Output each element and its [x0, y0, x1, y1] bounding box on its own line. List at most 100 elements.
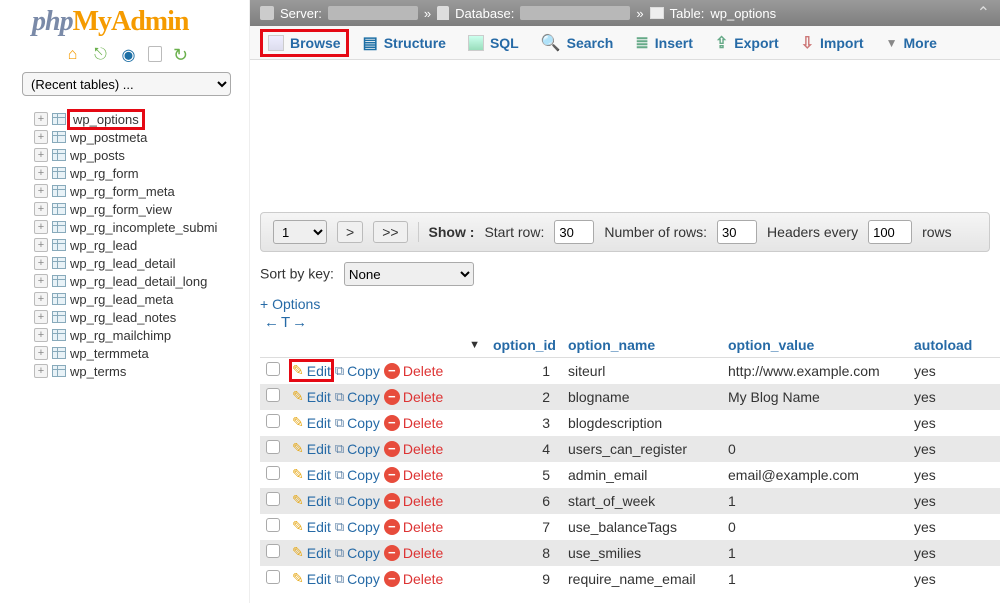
row-checkbox[interactable]: [266, 466, 280, 480]
col-option-name[interactable]: option_name: [562, 333, 722, 358]
options-link[interactable]: + Options: [250, 290, 1000, 314]
num-rows-input[interactable]: [717, 220, 757, 244]
tree-item-wp_rg_lead_detail_long[interactable]: +wp_rg_lead_detail_long: [34, 272, 249, 290]
sort-indicator-icon[interactable]: ▼: [469, 339, 480, 351]
tree-item-wp_postmeta[interactable]: +wp_postmeta: [34, 128, 249, 146]
column-nav[interactable]: ←T→: [250, 314, 1000, 333]
expand-icon[interactable]: +: [34, 202, 48, 216]
tab-search[interactable]: 🔍Search: [531, 29, 624, 57]
tab-sql[interactable]: SQL: [458, 31, 529, 55]
delete-link[interactable]: − Delete: [384, 467, 443, 483]
expand-icon[interactable]: +: [34, 256, 48, 270]
tree-item-wp_rg_form[interactable]: +wp_rg_form: [34, 164, 249, 182]
next-button[interactable]: >: [337, 221, 363, 243]
tab-import[interactable]: ⇩Import: [791, 29, 874, 57]
copy-link[interactable]: ⧉ Copy: [335, 389, 380, 405]
edit-link[interactable]: ✎ Edit: [292, 544, 331, 561]
tree-item-wp_options[interactable]: +wp_options: [34, 110, 249, 128]
copy-link[interactable]: ⧉ Copy: [335, 519, 380, 535]
copy-link[interactable]: ⧉ Copy: [335, 441, 380, 457]
copy-link[interactable]: ⧉ Copy: [335, 363, 380, 379]
copy-link[interactable]: ⧉ Copy: [335, 415, 380, 431]
delete-link[interactable]: − Delete: [384, 545, 443, 561]
edit-link[interactable]: ✎ Edit: [292, 492, 331, 509]
tab-browse[interactable]: Browse: [258, 31, 351, 55]
delete-link[interactable]: − Delete: [384, 441, 443, 457]
tree-item-wp_posts[interactable]: +wp_posts: [34, 146, 249, 164]
row-checkbox[interactable]: [266, 518, 280, 532]
tree-item-wp_rg_form_meta[interactable]: +wp_rg_form_meta: [34, 182, 249, 200]
col-autoload[interactable]: autoload: [908, 333, 1000, 358]
expand-icon[interactable]: +: [34, 130, 48, 144]
delete-link[interactable]: − Delete: [384, 493, 443, 509]
logout-icon[interactable]: ⎋: [92, 46, 110, 64]
expand-icon[interactable]: +: [34, 346, 48, 360]
docs-icon[interactable]: [148, 46, 162, 62]
expand-icon[interactable]: +: [34, 112, 48, 126]
delete-link[interactable]: − Delete: [384, 571, 443, 587]
edit-link[interactable]: ✎ Edit: [292, 570, 331, 587]
tree-label: wp_rg_lead_detail: [70, 256, 176, 271]
delete-link[interactable]: − Delete: [384, 363, 443, 379]
table-icon: [52, 167, 66, 179]
copy-link[interactable]: ⧉ Copy: [335, 571, 380, 587]
copy-link[interactable]: ⧉ Copy: [335, 545, 380, 561]
expand-icon[interactable]: +: [34, 310, 48, 324]
tree-item-wp_rg_lead_notes[interactable]: +wp_rg_lead_notes: [34, 308, 249, 326]
delete-link[interactable]: − Delete: [384, 389, 443, 405]
cell-option-id: 2: [486, 384, 562, 410]
tree-item-wp_terms[interactable]: +wp_terms: [34, 362, 249, 380]
tree-item-wp_rg_form_view[interactable]: +wp_rg_form_view: [34, 200, 249, 218]
recent-tables-select[interactable]: (Recent tables) ...: [22, 72, 231, 96]
expand-icon[interactable]: +: [34, 220, 48, 234]
expand-icon[interactable]: +: [34, 238, 48, 252]
copy-link[interactable]: ⧉ Copy: [335, 467, 380, 483]
start-row-input[interactable]: [554, 220, 594, 244]
tree-item-wp_termmeta[interactable]: +wp_termmeta: [34, 344, 249, 362]
row-checkbox[interactable]: [266, 570, 280, 584]
tab-more[interactable]: ▼More: [876, 31, 947, 55]
expand-icon[interactable]: +: [34, 364, 48, 378]
tab-insert[interactable]: ≣Insert: [625, 29, 703, 57]
reload-icon[interactable]: ↻: [172, 46, 190, 64]
row-checkbox[interactable]: [266, 414, 280, 428]
col-option-value[interactable]: option_value: [722, 333, 908, 358]
expand-icon[interactable]: +: [34, 328, 48, 342]
expand-icon[interactable]: +: [34, 148, 48, 162]
delete-link[interactable]: − Delete: [384, 519, 443, 535]
col-option-id[interactable]: option_id: [486, 333, 562, 358]
sort-key-select[interactable]: None: [344, 262, 474, 286]
expand-icon[interactable]: +: [34, 292, 48, 306]
home-icon[interactable]: ⌂: [64, 46, 82, 64]
row-checkbox[interactable]: [266, 388, 280, 402]
query-icon[interactable]: ◉: [120, 46, 138, 64]
collapse-icon[interactable]: ⌃: [977, 3, 990, 23]
row-checkbox[interactable]: [266, 440, 280, 454]
edit-link[interactable]: ✎ Edit: [292, 362, 331, 379]
tree-item-wp_rg_incomplete_submi[interactable]: +wp_rg_incomplete_submi: [34, 218, 249, 236]
edit-link[interactable]: ✎ Edit: [292, 518, 331, 535]
tree-item-wp_rg_mailchimp[interactable]: +wp_rg_mailchimp: [34, 326, 249, 344]
tree-item-wp_rg_lead_meta[interactable]: +wp_rg_lead_meta: [34, 290, 249, 308]
edit-link[interactable]: ✎ Edit: [292, 388, 331, 405]
headers-input[interactable]: [868, 220, 912, 244]
delete-link[interactable]: − Delete: [384, 415, 443, 431]
page-select[interactable]: 1: [273, 220, 327, 244]
table-icon: [52, 347, 66, 359]
tree-item-wp_rg_lead[interactable]: +wp_rg_lead: [34, 236, 249, 254]
last-button[interactable]: >>: [373, 221, 407, 243]
edit-link[interactable]: ✎ Edit: [292, 414, 331, 431]
expand-icon[interactable]: +: [34, 274, 48, 288]
expand-icon[interactable]: +: [34, 166, 48, 180]
edit-link[interactable]: ✎ Edit: [292, 466, 331, 483]
row-checkbox[interactable]: [266, 492, 280, 506]
tab-export[interactable]: ⇪Export: [705, 29, 789, 57]
row-checkbox[interactable]: [266, 362, 280, 376]
expand-icon[interactable]: +: [34, 184, 48, 198]
copy-link[interactable]: ⧉ Copy: [335, 493, 380, 509]
edit-link[interactable]: ✎ Edit: [292, 440, 331, 457]
tab-structure[interactable]: ▤Structure: [353, 29, 456, 57]
tree-item-wp_rg_lead_detail[interactable]: + wp_rg_lead_detail: [34, 254, 249, 272]
row-checkbox[interactable]: [266, 544, 280, 558]
sidebar: phpMyAdmin ⌂ ⎋ ◉ ↻ (Recent tables) ... +…: [0, 0, 250, 603]
